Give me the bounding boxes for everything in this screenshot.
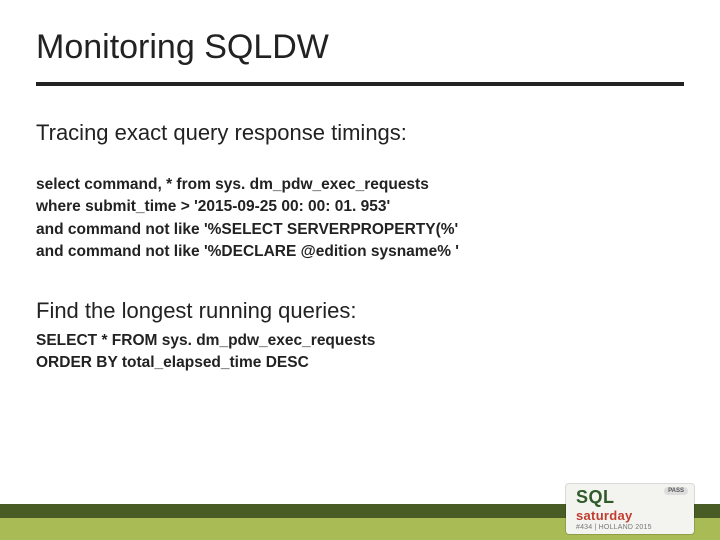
logo-tagline: #434 | HOLLAND 2015 xyxy=(576,524,694,531)
logo-saturday-text: saturday xyxy=(576,508,694,523)
logo-pass-badge: PASS xyxy=(664,487,688,495)
sqlsaturday-logo: SQL PASS saturday #434 | HOLLAND 2015 xyxy=(566,484,694,534)
slide-title: Monitoring SQLDW xyxy=(36,28,329,67)
title-rule xyxy=(36,82,684,86)
code-block-2: SELECT * FROM sys. dm_pdw_exec_requests … xyxy=(36,330,684,375)
slide-body: Tracing exact query response timings: se… xyxy=(36,120,684,375)
logo-sql-text: SQL xyxy=(576,487,615,508)
slide: Monitoring SQLDW Tracing exact query res… xyxy=(0,0,720,540)
subtitle-1: Tracing exact query response timings: xyxy=(36,120,684,146)
footer: SQL PASS saturday #434 | HOLLAND 2015 xyxy=(0,482,720,540)
subtitle-2: Find the longest running queries: xyxy=(36,298,684,324)
code-block-1: select command, * from sys. dm_pdw_exec_… xyxy=(36,174,684,264)
